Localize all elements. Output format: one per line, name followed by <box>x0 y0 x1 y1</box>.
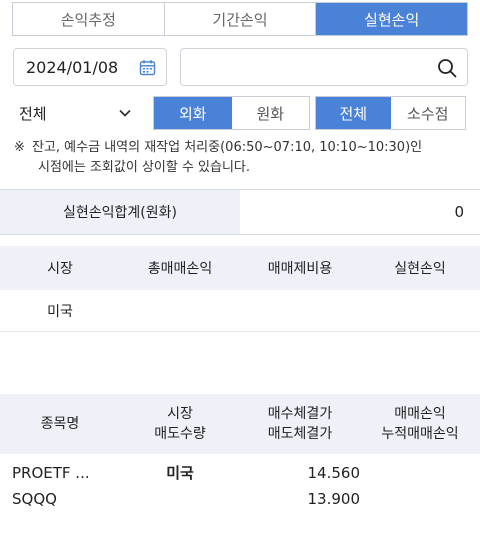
stock-table-header: 종목명 시장 매도수량 매수체결가 매도체결가 매매손익 누적매매손익 <box>0 394 480 454</box>
calendar-icon[interactable] <box>139 59 156 76</box>
header-realized-pl: 실현손익 <box>394 261 446 277</box>
chevron-down-icon <box>119 109 131 117</box>
tab-realized-pl[interactable]: 실현손익 <box>316 3 468 35</box>
table-row[interactable]: 미국 <box>0 290 480 332</box>
divider <box>0 234 480 235</box>
cell-trade-costs <box>240 290 360 331</box>
header-trade-costs: 매매제비용 <box>267 261 333 277</box>
header-buy-price-label: 매수체결가 <box>267 406 333 422</box>
lot-toggle: 전체 소수점 <box>315 96 466 130</box>
header-market: 시장 <box>47 261 73 277</box>
currency-foreign-option[interactable]: 외화 <box>154 97 232 129</box>
cell-realized-pl <box>360 290 480 331</box>
cell-market: 미국 <box>47 303 73 320</box>
market-select[interactable]: 전체 <box>12 96 142 130</box>
header-trade-pl-label: 매매손익 <box>394 406 446 422</box>
lot-fractional-option[interactable]: 소수점 <box>390 97 465 129</box>
lot-all-option[interactable]: 전체 <box>316 97 391 129</box>
pl-cell <box>360 456 480 516</box>
date-value: 2024/01/08 <box>26 57 119 77</box>
tab-period-pl[interactable]: 기간손익 <box>164 3 317 35</box>
market-select-value: 전체 <box>19 104 47 123</box>
currency-toggle: 외화 원화 <box>153 96 310 130</box>
header-total-trade-pl: 총매매손익 <box>147 261 213 277</box>
tab-bar: 손익추정 기간손익 실현손익 <box>12 2 468 36</box>
market-table-header: 시장 총매매손익 매매제비용 실현손익 <box>0 246 480 290</box>
stock-name-cell: PROETF ... SQQQ <box>0 456 120 516</box>
header-sell-price-label: 매도체결가 <box>267 426 333 442</box>
stock-market: 미국 <box>166 464 194 482</box>
sell-price: 13.900 <box>307 490 361 508</box>
currency-krw-option[interactable]: 원화 <box>231 97 309 129</box>
realized-total-value: 0 <box>454 203 464 221</box>
notice-line2: 시점에는 조회값이 상이할 수 있습니다. <box>38 160 251 175</box>
market-cell: 미국 <box>120 456 240 516</box>
notice-line1: 잔고, 예수금 내역의 재작업 처리중(06:50~07:10, 10:10~1… <box>32 140 423 155</box>
cell-total-trade-pl <box>120 290 240 331</box>
header-stock-name: 종목명 <box>0 394 120 454</box>
realized-total-label: 실현손익합계(원화) <box>0 190 240 234</box>
header-cum-pl-label: 누적매매손익 <box>381 426 459 442</box>
header-sell-qty-label: 매도수량 <box>154 426 206 442</box>
table-row[interactable]: PROETF ... SQQQ 미국 14.560 13.900 <box>0 456 480 516</box>
buy-price: 14.560 <box>307 464 361 482</box>
tab-estimated-pl[interactable]: 손익추정 <box>13 3 165 35</box>
stock-name: PROETF ... <box>12 464 90 482</box>
search-input[interactable] <box>180 48 468 86</box>
date-picker[interactable]: 2024/01/08 <box>13 48 167 86</box>
header-market-label: 시장 <box>167 406 193 422</box>
price-cell: 14.560 13.900 <box>240 456 361 516</box>
stock-ticker: SQQQ <box>12 490 57 508</box>
search-icon[interactable] <box>437 58 457 78</box>
header-market-sell-qty: 시장 매도수량 <box>120 394 240 454</box>
header-stock-name-label: 종목명 <box>40 416 80 432</box>
notice-text: ※ 잔고, 예수금 내역의 재작업 처리중(06:50~07:10, 10:10~… <box>14 138 470 178</box>
header-pl: 매매손익 누적매매손익 <box>360 394 480 454</box>
header-prices: 매수체결가 매도체결가 <box>240 394 360 454</box>
notice-mark: ※ <box>14 140 25 155</box>
